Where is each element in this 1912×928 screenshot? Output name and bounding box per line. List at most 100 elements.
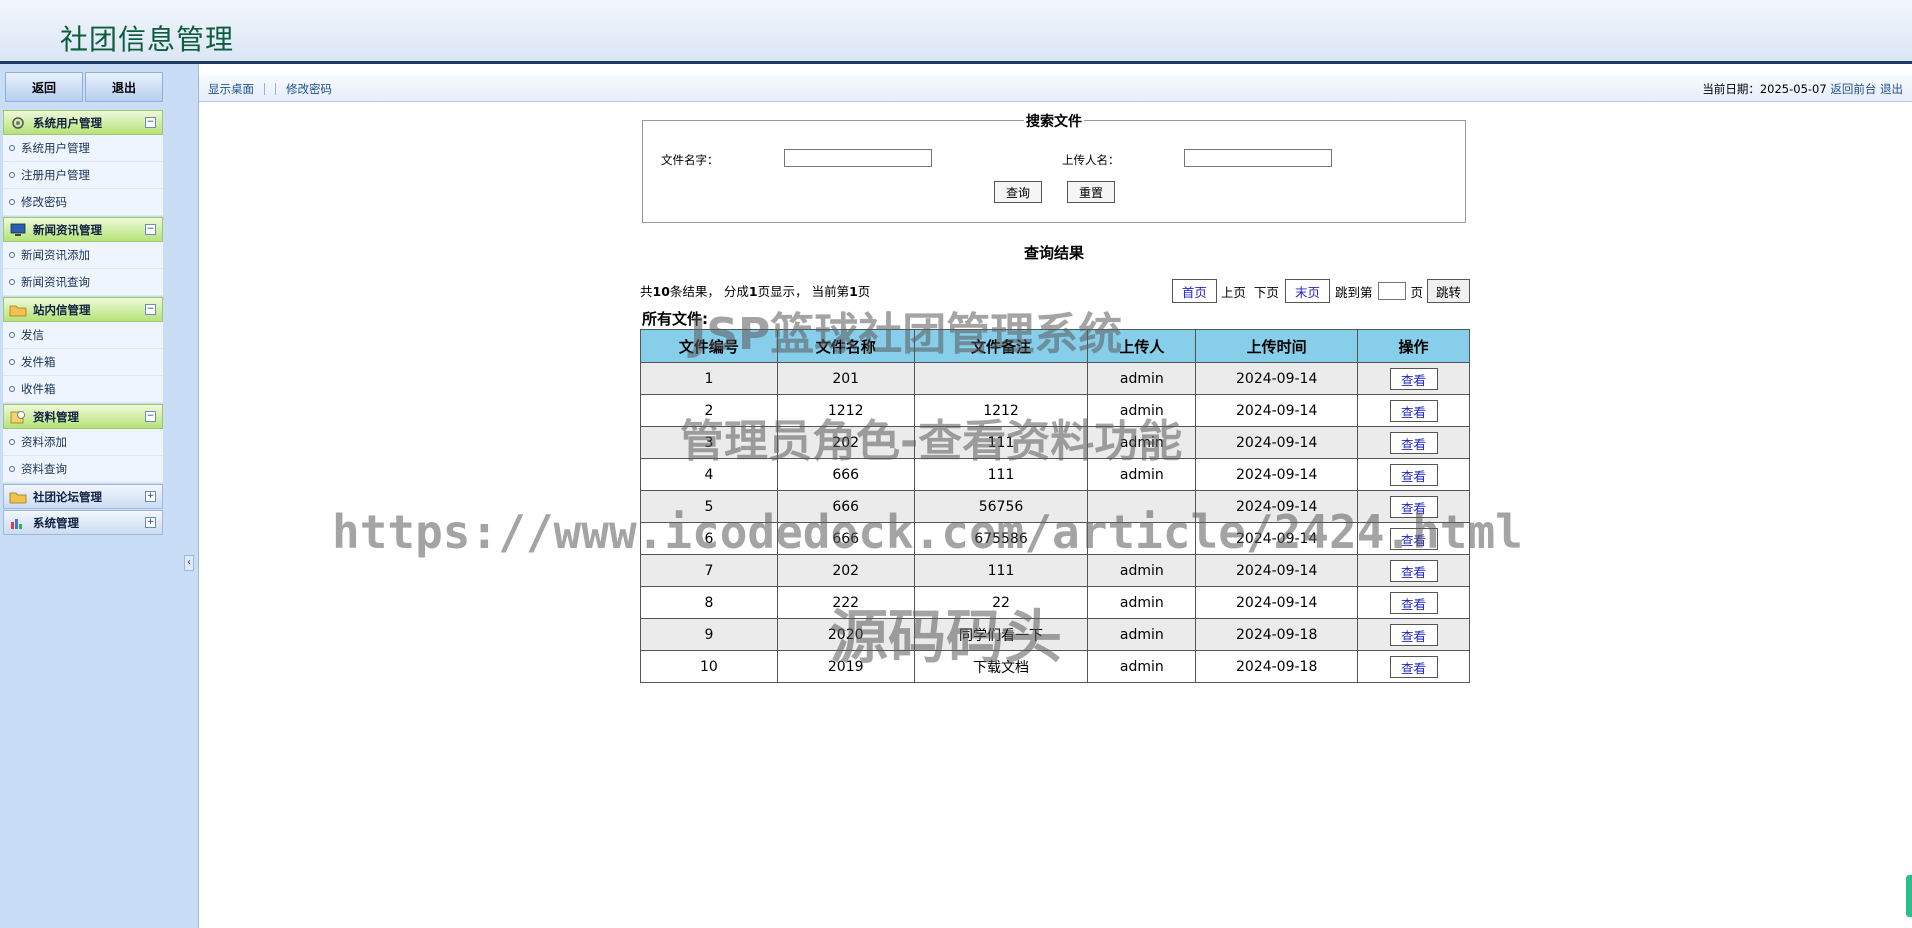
last-page-button[interactable]: 末页 [1284, 279, 1330, 303]
first-page-button[interactable]: 首页 [1171, 279, 1217, 303]
next-page-text: 下页 [1253, 284, 1279, 300]
expand-icon[interactable]: + [145, 491, 156, 502]
view-button[interactable]: 查看 [1389, 463, 1438, 486]
page-count: 1 [748, 284, 758, 299]
table-row: 5 666 56756 2024-09-14 查看 [640, 490, 1470, 523]
table-cell: 9 [640, 618, 778, 651]
gear-icon [9, 116, 27, 130]
sidebar-item[interactable]: 注册用户管理 [3, 162, 163, 189]
monitor-icon [9, 223, 27, 237]
view-button[interactable]: 查看 [1389, 399, 1438, 422]
collapse-icon[interactable]: − [145, 117, 156, 128]
collapse-icon[interactable]: − [145, 411, 156, 422]
table-cell: 111 [913, 458, 1089, 491]
table-cell: 1 [640, 362, 778, 395]
sidebar-item[interactable]: 发件箱 [3, 349, 163, 376]
sidebar-item[interactable]: 发信 [3, 322, 163, 349]
summary-text: 页 [857, 284, 871, 299]
reset-button[interactable]: 重置 [1067, 181, 1115, 203]
table-cell [913, 362, 1089, 395]
expand-icon[interactable]: + [145, 517, 156, 528]
column-header: 操作 [1357, 329, 1470, 363]
collapse-icon[interactable]: − [145, 304, 156, 315]
sidebar-item[interactable]: 收件箱 [3, 376, 163, 403]
logout-button[interactable]: 退出 [85, 72, 163, 102]
view-button[interactable]: 查看 [1389, 559, 1438, 582]
table-cell-action: 查看 [1357, 426, 1470, 459]
sidebar-group-header[interactable]: 站内信管理 − [3, 297, 163, 322]
table-row: 6 666 675586 2024-09-14 查看 [640, 522, 1470, 555]
view-button[interactable]: 查看 [1389, 591, 1438, 614]
table-cell: 201 [776, 362, 915, 395]
sidebar-item[interactable]: 新闻资讯查询 [3, 269, 163, 296]
column-header: 文件编号 [640, 329, 778, 363]
jump-prefix: 跳到第 [1334, 284, 1373, 300]
file-name-input[interactable] [784, 149, 932, 167]
table-cell: 2024-09-14 [1195, 554, 1359, 587]
table-row: 7 202 111 admin 2024-09-14 查看 [640, 554, 1470, 587]
sidebar-item[interactable]: 资料查询 [3, 456, 163, 483]
query-button[interactable]: 查询 [994, 181, 1042, 203]
chart-icon [9, 516, 27, 530]
sidebar-item[interactable]: 修改密码 [3, 189, 163, 216]
app-header: 社团信息管理 [0, 0, 1912, 64]
sidebar-group-label: 系统用户管理 [33, 115, 102, 130]
table-cell: 2024-09-14 [1195, 426, 1359, 459]
view-button[interactable]: 查看 [1389, 655, 1438, 678]
sidebar-group-header[interactable]: 系统用户管理 − [3, 110, 163, 135]
table-cell: 666 [776, 458, 915, 491]
table-row: 10 2019 下载文档 admin 2024-09-18 查看 [640, 650, 1470, 683]
sidebar-item[interactable]: 新闻资讯添加 [3, 242, 163, 269]
view-button[interactable]: 查看 [1389, 367, 1438, 390]
side-tab[interactable] [1906, 875, 1912, 917]
column-header: 上传时间 [1195, 329, 1359, 363]
column-header: 文件名称 [776, 329, 915, 363]
table-cell: 2024-09-14 [1195, 362, 1359, 395]
view-button[interactable]: 查看 [1389, 527, 1438, 550]
toolbar-divider [275, 83, 276, 95]
sidebar-item-label: 发件箱 [21, 355, 56, 369]
toolbar-logout-link[interactable]: 退出 [1880, 82, 1903, 96]
back-button[interactable]: 返回 [5, 72, 83, 102]
sidebar-item-label: 注册用户管理 [21, 168, 90, 182]
show-desktop-link[interactable]: 显示桌面 [208, 81, 254, 97]
back-front-link[interactable]: 返回前台 [1830, 82, 1876, 96]
results-summary: 共10条结果， 分成1页显示， 当前第1页 [640, 281, 870, 300]
toolbar-divider [264, 83, 265, 95]
view-button[interactable]: 查看 [1389, 495, 1438, 518]
jump-button[interactable]: 跳转 [1426, 279, 1470, 303]
sidebar-group-items: 新闻资讯添加新闻资讯查询 [3, 242, 163, 296]
view-button[interactable]: 查看 [1389, 431, 1438, 454]
table-cell: 5 [640, 490, 778, 523]
current-page: 1 [849, 284, 858, 299]
bullet-icon [9, 145, 15, 151]
jump-suffix: 页 [1410, 284, 1423, 300]
sidebar-group-label: 系统管理 [33, 515, 79, 530]
change-password-link[interactable]: 修改密码 [286, 81, 332, 97]
sidebar-group-header[interactable]: 系统管理 + [3, 510, 163, 535]
table-row: 8 222 22 admin 2024-09-14 查看 [640, 586, 1470, 619]
results-title: 查询结果 [1023, 244, 1084, 262]
sidebar-group-label: 站内信管理 [33, 302, 91, 317]
bullet-icon [9, 439, 15, 445]
table-cell: 2024-09-14 [1195, 490, 1359, 523]
sidebar-item[interactable]: 资料添加 [3, 429, 163, 456]
sidebar-group-header[interactable]: 资料管理 − [3, 404, 163, 429]
uploader-input[interactable] [1184, 149, 1332, 167]
sidebar-item-label: 新闻资讯添加 [21, 248, 90, 262]
table-cell: 22 [913, 586, 1089, 619]
current-date: 2025-05-07 [1759, 82, 1827, 96]
view-button[interactable]: 查看 [1389, 623, 1438, 646]
table-cell: admin [1087, 458, 1197, 491]
sidebar-group-header[interactable]: 新闻资讯管理 − [3, 217, 163, 242]
table-cell: 1212 [913, 394, 1089, 427]
table-cell: 8 [640, 586, 778, 619]
sidebar-item[interactable]: 系统用户管理 [3, 135, 163, 162]
sidebar-group-header[interactable]: 社团论坛管理 + [3, 484, 163, 509]
files-table: 文件编号 文件名称 文件备注 上传人 上传时间 操作 1 201 admin 2024-09-1… [640, 329, 1470, 683]
table-cell: admin [1087, 362, 1197, 395]
sidebar-collapse-handle[interactable]: ‹ [184, 555, 194, 571]
table-cell [1087, 490, 1197, 523]
collapse-icon[interactable]: − [145, 224, 156, 235]
jump-page-input[interactable] [1378, 282, 1407, 300]
